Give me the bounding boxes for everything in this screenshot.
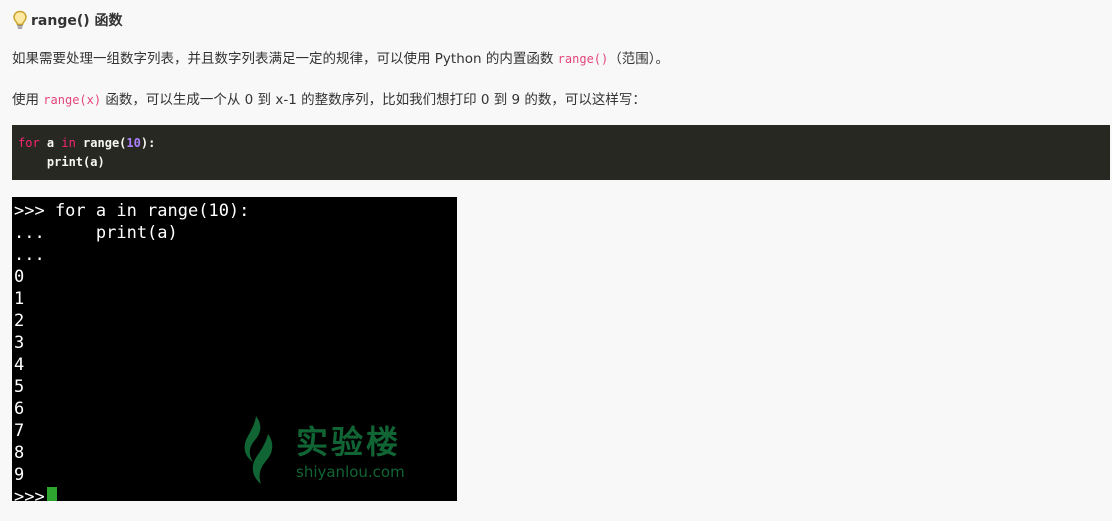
- shiyanlou-logo-icon: [244, 416, 273, 484]
- intro-text-after: （范围）。: [608, 51, 669, 67]
- terminal-line: >>> for a in range(10):: [14, 201, 250, 221]
- terminal-line: 0: [14, 267, 25, 287]
- terminal-prompt: >>>: [14, 487, 45, 501]
- terminal-line: 3: [14, 333, 25, 353]
- terminal-line: 5: [14, 377, 25, 397]
- code-var: a: [39, 136, 62, 150]
- intro-text-before: 如果需要处理一组数字列表，并且数字列表满足一定的规律，可以使用 Python 的…: [12, 51, 558, 67]
- code-block[interactable]: for a in range(10): print(a): [12, 125, 1110, 180]
- usage-text-after: 函数，可以生成一个从 0 到 x-1 的整数序列，比如我们想打印 0 到 9 的…: [101, 92, 646, 108]
- terminal-line: ... print(a): [14, 223, 178, 243]
- terminal-line: 2: [14, 311, 25, 331]
- intro-paragraph: 如果需要处理一组数字列表，并且数字列表满足一定的规律，可以使用 Python 的…: [12, 47, 669, 67]
- code-line-1: for a in range(10):: [18, 134, 1104, 153]
- terminal-line: 1: [14, 289, 25, 309]
- inline-code-range-x: range(x): [43, 93, 102, 107]
- terminal-cursor: [46, 487, 57, 501]
- lightbulb-icon: [12, 10, 28, 30]
- usage-text-before: 使用: [12, 92, 44, 108]
- terminal-prompt-line: >>>: [14, 486, 455, 501]
- terminal-line: ...: [14, 245, 45, 265]
- usage-paragraph: 使用 range(x) 函数，可以生成一个从 0 到 x-1 的整数序列，比如我…: [12, 88, 646, 108]
- terminal-line: 4: [14, 355, 25, 375]
- watermark-cn: 实验楼: [296, 423, 402, 461]
- keyword-for: for: [18, 136, 40, 150]
- shiyanlou-watermark: 实验楼 shiyanlou.com: [236, 414, 405, 486]
- watermark-en: shiyanlou.com: [296, 463, 405, 481]
- section-title: range() 函数: [31, 13, 123, 29]
- code-func: range(: [75, 136, 127, 150]
- section-heading: range() 函数: [12, 9, 123, 31]
- code-line-2: print(a): [18, 155, 105, 169]
- inline-code-range: range(): [557, 52, 609, 66]
- keyword-in: in: [61, 136, 76, 150]
- code-number: 10: [126, 136, 141, 150]
- code-end: ):: [140, 136, 156, 150]
